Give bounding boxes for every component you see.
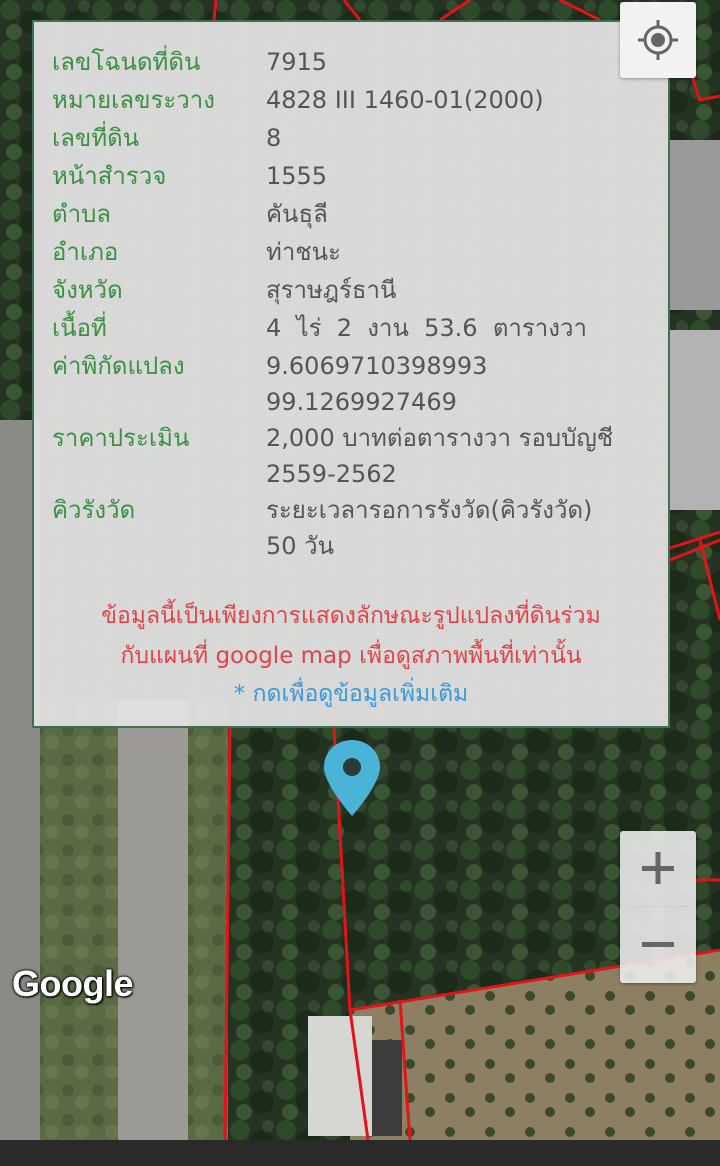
info-value: 8 bbox=[266, 124, 282, 152]
info-value: 4 ไร่ 2 งาน 53.6 ตารางวา bbox=[266, 314, 587, 342]
info-value: 7915 bbox=[266, 48, 328, 76]
info-label: หน้าสำรวจ bbox=[52, 162, 167, 190]
info-value: ระยะเวลารอการรังวัด(คิวรังวัด) bbox=[266, 496, 593, 524]
info-label: คิวรังวัด bbox=[52, 496, 136, 524]
map-view[interactable]: เลขโฉนดที่ดิน 7915 หมายเลขระวาง 4828 III… bbox=[0, 0, 720, 1166]
info-label: เนื้อที่ bbox=[52, 314, 107, 342]
zoom-controls bbox=[620, 831, 696, 983]
my-location-icon bbox=[638, 20, 678, 60]
info-label: เลขที่ดิน bbox=[52, 124, 140, 152]
disclaimer-line-1: ข้อมูลนี้เป็นเพียงการแสดงลักษณะรูปแปลงที… bbox=[101, 603, 601, 629]
info-label: หมายเลขระวาง bbox=[52, 86, 215, 114]
info-label: ราคาประเมิน bbox=[52, 424, 190, 452]
disclaimer-line-2: กับแผนที่ google map เพื่อดูสภาพพื้นที่เ… bbox=[120, 643, 582, 669]
plus-icon bbox=[642, 852, 674, 884]
zoom-in-button[interactable] bbox=[620, 831, 696, 906]
info-value-period: 2559-2562 bbox=[266, 460, 397, 488]
map-pin-icon[interactable] bbox=[322, 738, 382, 818]
minus-icon bbox=[642, 942, 674, 947]
info-label: ค่าพิกัดแปลง bbox=[52, 352, 185, 380]
bottom-bar bbox=[0, 1140, 720, 1166]
info-value: คันธุลี bbox=[266, 200, 328, 228]
info-label: เลขโฉนดที่ดิน bbox=[52, 48, 201, 76]
info-label: จังหวัด bbox=[52, 276, 123, 304]
info-label: อำเภอ bbox=[52, 238, 119, 266]
google-logo: Google bbox=[12, 963, 134, 1004]
info-value: 2,000 บาทต่อตารางวา รอบบัญชี bbox=[266, 424, 614, 452]
my-location-button[interactable] bbox=[620, 2, 696, 78]
zoom-out-button[interactable] bbox=[620, 907, 696, 982]
info-value: 4828 III 1460-01(2000) bbox=[266, 86, 544, 114]
land-info-panel[interactable]: เลขโฉนดที่ดิน 7915 หมายเลขระวาง 4828 III… bbox=[32, 20, 670, 728]
info-value: 1555 bbox=[266, 162, 328, 190]
info-value-latitude: 9.6069710398993 bbox=[266, 352, 488, 380]
info-label: ตำบล bbox=[52, 200, 112, 228]
info-value-longitude: 99.1269927469 bbox=[266, 388, 457, 416]
more-info-link[interactable]: * กดเพื่อดูข้อมูลเพิ่มเติม bbox=[34, 676, 668, 712]
info-value-duration: 50 วัน bbox=[266, 532, 335, 560]
info-value: สุราษฎร์ธานี bbox=[266, 276, 397, 304]
info-value: ท่าชนะ bbox=[266, 238, 341, 266]
